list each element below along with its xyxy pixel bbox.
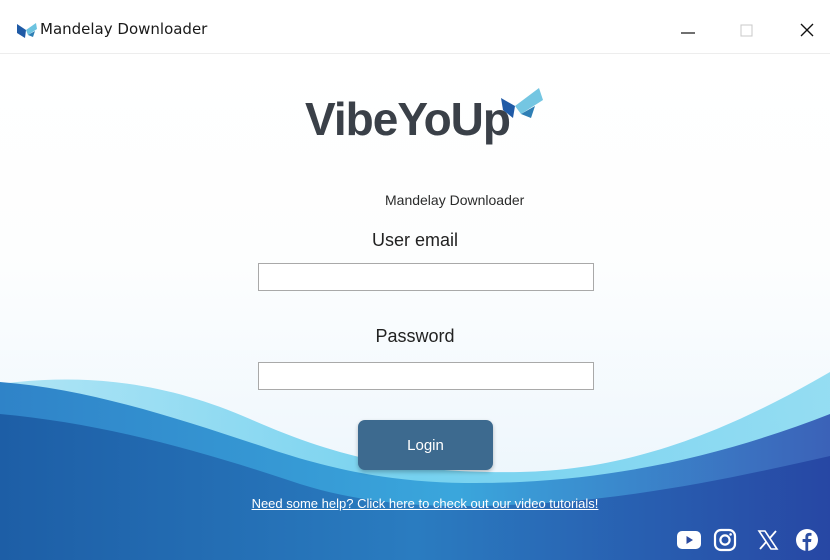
email-label: User email [371, 230, 459, 250]
app-window: Mandelay Downloader VibeYoUp Mandelay Do… [0, 0, 830, 560]
maximize-icon [740, 24, 753, 37]
vibeyoup-logo-icon [501, 88, 543, 118]
minimize-icon [681, 32, 695, 34]
x-button[interactable] [755, 527, 781, 553]
brand-name: VibeYoUp [305, 93, 511, 145]
help-tutorials-link[interactable]: Need some help? Click here to check out … [0, 496, 830, 511]
app-subtitle: Mandelay Downloader [385, 192, 525, 208]
app-logo-icon [17, 23, 37, 38]
close-button[interactable] [784, 10, 830, 50]
close-icon [800, 23, 814, 37]
login-button[interactable]: Login [358, 420, 493, 470]
x-icon [757, 530, 779, 550]
password-label: Password [375, 326, 455, 346]
youtube-icon [677, 531, 701, 549]
brand-logo: VibeYoUp Mandelay Downloader [305, 86, 565, 208]
maximize-button[interactable] [724, 10, 770, 50]
facebook-icon [796, 529, 818, 551]
login-panel: VibeYoUp Mandelay Downloader User email … [0, 54, 830, 560]
title-bar: Mandelay Downloader [0, 0, 830, 54]
facebook-button[interactable] [794, 527, 820, 553]
instagram-button[interactable] [712, 527, 738, 553]
minimize-button[interactable] [665, 10, 711, 50]
password-field[interactable] [258, 362, 594, 390]
instagram-icon [713, 528, 737, 552]
window-title: Mandelay Downloader [40, 20, 208, 38]
email-field[interactable] [258, 263, 594, 291]
youtube-button[interactable] [676, 527, 702, 553]
